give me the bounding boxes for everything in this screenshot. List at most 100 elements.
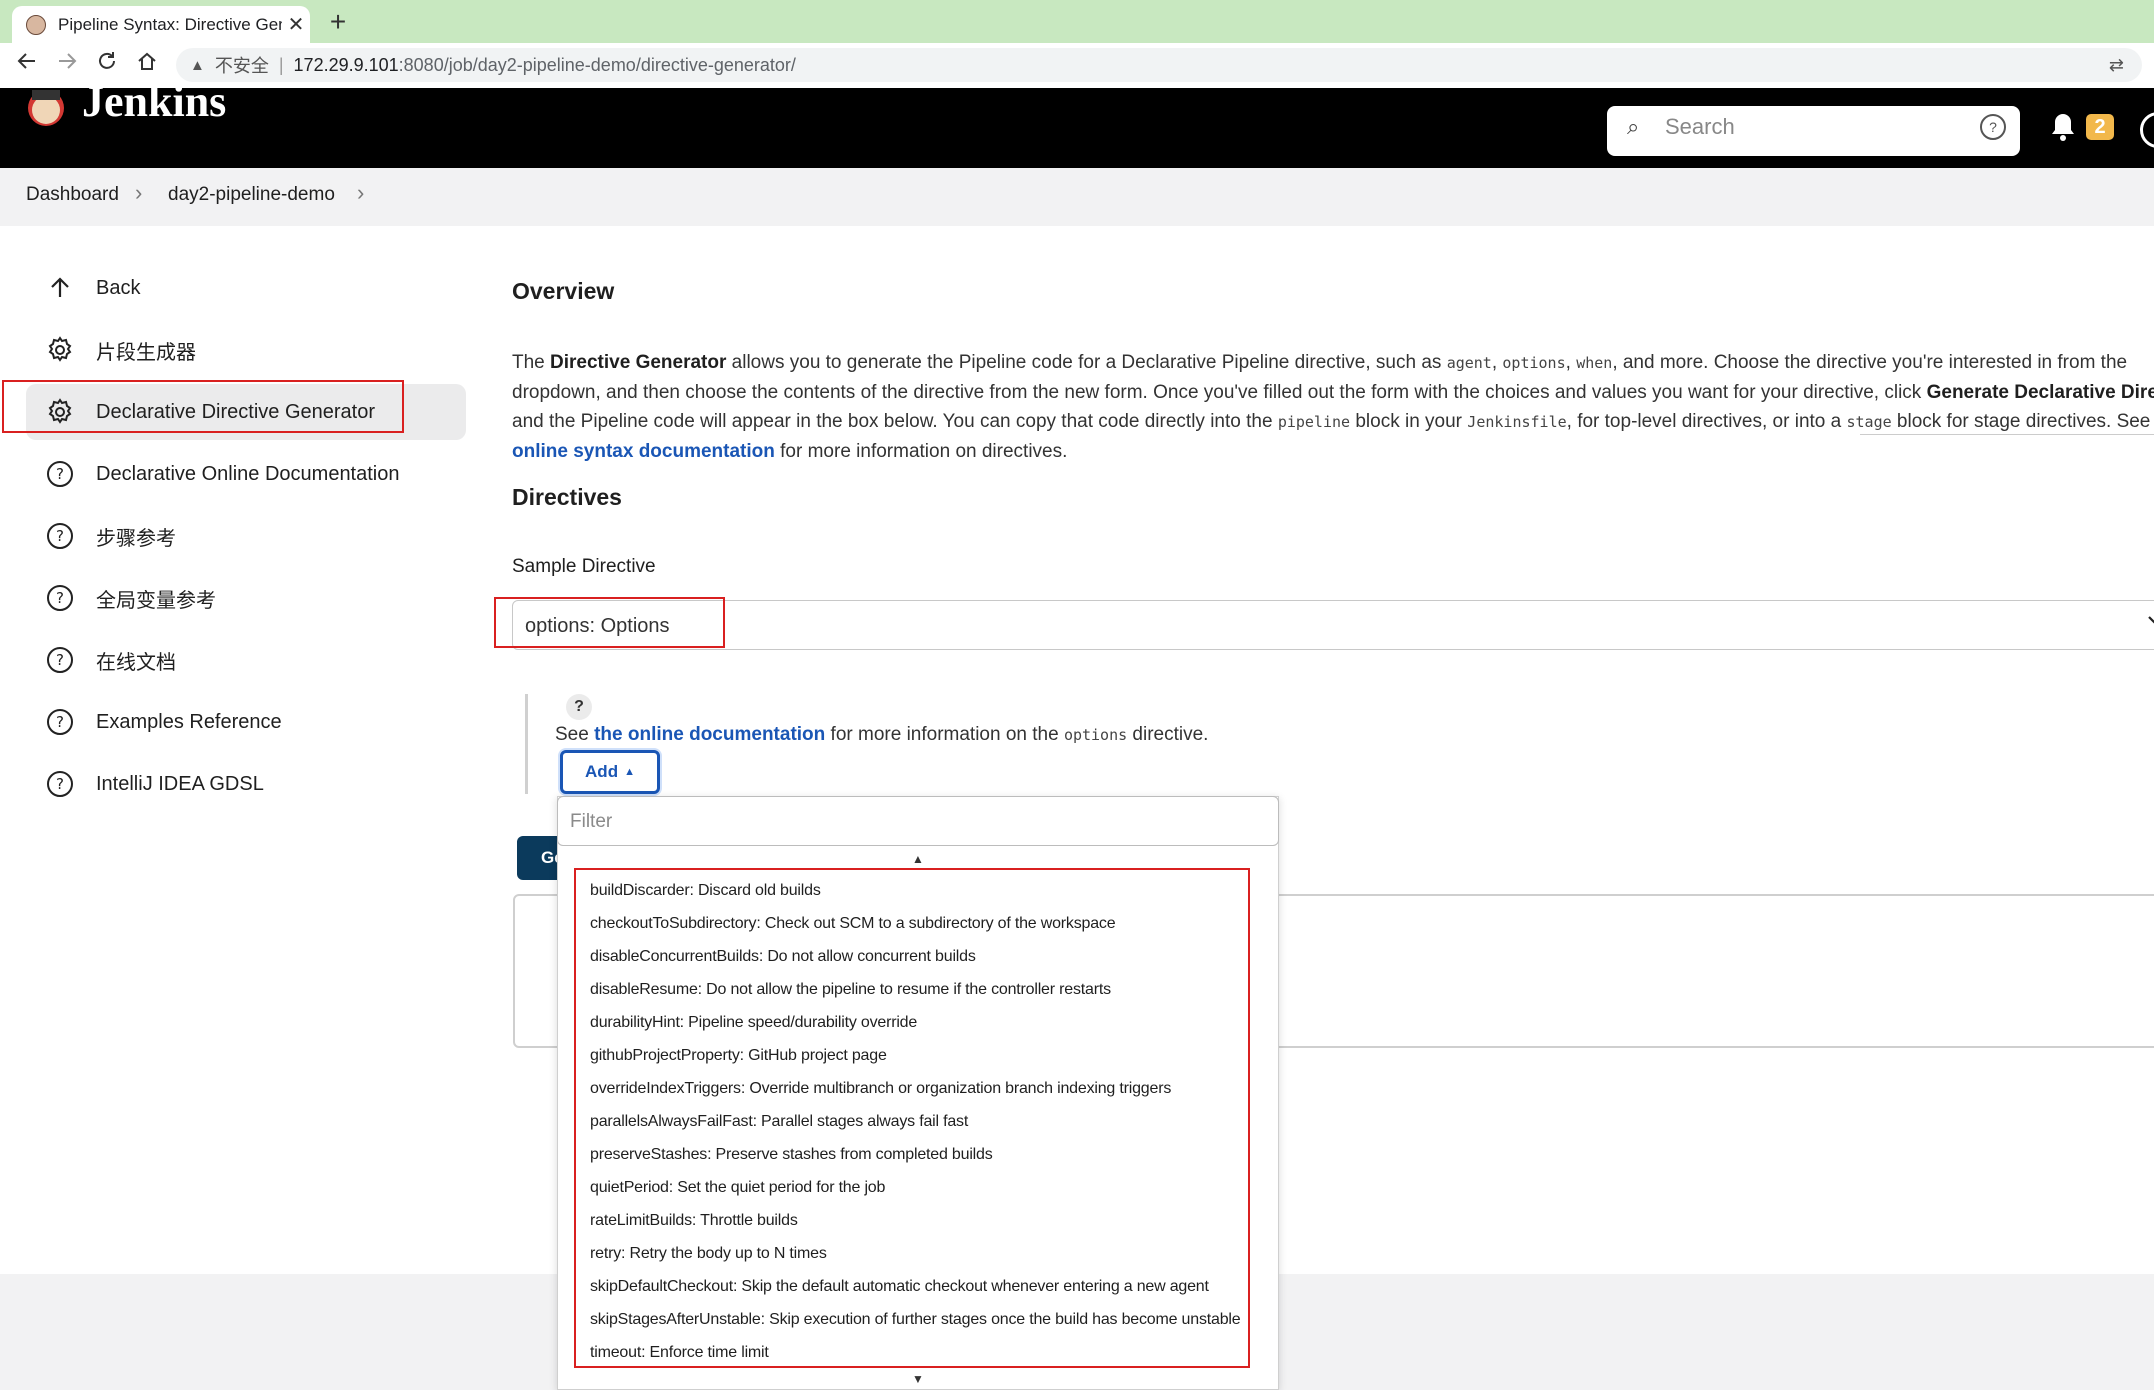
- svg-text:?: ?: [56, 465, 64, 483]
- code-text: options: [1502, 354, 1566, 372]
- code-text: options: [1063, 726, 1128, 744]
- help-icon: ?: [44, 768, 76, 800]
- caret-up-icon: ▲: [624, 766, 635, 778]
- sidebar-item-label: 在线文档: [96, 651, 176, 674]
- text: for more information on the: [825, 724, 1064, 745]
- forward-arrow-icon[interactable]: [52, 50, 82, 80]
- code-text: when: [1576, 354, 1613, 372]
- list-item[interactable]: disableResume: Do not allow the pipeline…: [590, 981, 1111, 999]
- reload-icon[interactable]: [92, 50, 122, 80]
- list-item[interactable]: skipStagesAfterUnstable: Skip execution …: [590, 1311, 1241, 1329]
- svg-text:?: ?: [56, 775, 64, 793]
- sidebar-item-label: 全局变量参考: [96, 589, 216, 612]
- sidebar-item-label: Declarative Online Documentation: [96, 462, 400, 485]
- breadcrumb-job[interactable]: day2-pipeline-demo: [168, 184, 335, 206]
- sample-directive-select[interactable]: options: Options: [512, 600, 2154, 650]
- sidebar-item-back[interactable]: Back: [26, 260, 466, 316]
- overview-heading: Overview: [512, 278, 615, 304]
- text: The: [512, 352, 551, 373]
- insecure-label: 不安全: [214, 56, 269, 76]
- divider: [1860, 434, 2154, 435]
- filter-input[interactable]: Filter: [557, 796, 1279, 846]
- list-item[interactable]: checkoutToSubdirectory: Check out SCM to…: [590, 915, 1116, 933]
- scroll-up-icon[interactable]: ▲: [557, 852, 1279, 866]
- svg-text:?: ?: [56, 651, 64, 669]
- sidebar-item-intellij-gdsl[interactable]: ? IntelliJ IDEA GDSL: [26, 756, 466, 812]
- text: for more information on directives.: [774, 441, 1068, 462]
- sidebar-item-label: 片段生成器: [96, 341, 196, 364]
- list-item[interactable]: buildDiscarder: Discard old builds: [590, 882, 821, 900]
- list-item[interactable]: overrideIndexTriggers: Override multibra…: [590, 1080, 1171, 1098]
- sidebar-item-online-docs-cn[interactable]: ? 在线文档: [26, 632, 466, 688]
- overview-paragraph: The Directive Generator allows you to ge…: [512, 348, 2154, 466]
- url-path: :8080/job/day2-pipeline-demo/directive-g…: [398, 54, 796, 75]
- breadcrumb-chevron-icon: ›: [135, 180, 143, 205]
- list-item[interactable]: retry: Retry the body up to N times: [590, 1245, 827, 1263]
- list-item[interactable]: parallelsAlwaysFailFast: Parallel stages…: [590, 1113, 968, 1131]
- address-bar[interactable]: ▲ 不安全 | 172.29.9.101:8080/job/day2-pipel…: [176, 48, 2142, 82]
- bold-text: Directive Generator: [550, 352, 727, 373]
- svg-text:?: ?: [56, 589, 64, 607]
- add-button[interactable]: Add ▲: [560, 750, 660, 794]
- bold-text: Generate Declarative Directive: [1926, 382, 2154, 403]
- home-icon[interactable]: [132, 50, 162, 80]
- chevron-down-icon: [2145, 609, 2154, 637]
- list-item[interactable]: durabilityHint: Pipeline speed/durabilit…: [590, 1014, 917, 1032]
- list-item[interactable]: rateLimitBuilds: Throttle builds: [590, 1212, 798, 1230]
- help-icon[interactable]: ?: [566, 694, 592, 720]
- list-item[interactable]: timeout: Enforce time limit: [590, 1344, 769, 1362]
- sidebar-item-online-docs[interactable]: ? Declarative Online Documentation: [26, 446, 466, 502]
- text: ,: [1491, 352, 1503, 373]
- help-icon: ?: [44, 582, 76, 614]
- jenkins-favicon-icon: [26, 14, 46, 35]
- sidebar-item-steps-reference[interactable]: ? 步骤参考: [26, 508, 466, 564]
- text: block in your: [1350, 411, 1468, 432]
- code-text: agent: [1446, 354, 1492, 372]
- highlight-box: [494, 597, 725, 648]
- breadcrumb-dashboard[interactable]: Dashboard: [26, 184, 119, 206]
- close-tab-icon[interactable]: ✕: [282, 12, 310, 37]
- jenkins-wordmark[interactable]: Jenkins: [82, 80, 226, 124]
- directives-heading: Directives: [512, 484, 622, 510]
- new-tab-icon[interactable]: +: [322, 6, 354, 38]
- sidebar-item-global-vars[interactable]: ? 全局变量参考: [26, 570, 466, 626]
- list-item[interactable]: preserveStashes: Preserve stashes from c…: [590, 1146, 993, 1164]
- back-arrow-icon[interactable]: [12, 50, 42, 80]
- help-icon: ?: [44, 520, 76, 552]
- scroll-down-icon[interactable]: ▼: [557, 1372, 1279, 1386]
- options-docs-link[interactable]: the online documentation: [594, 724, 825, 745]
- sidebar-item-examples[interactable]: ? Examples Reference: [26, 694, 466, 750]
- svg-text:?: ?: [56, 713, 64, 731]
- sidebar-item-label: 步骤参考: [96, 527, 176, 550]
- gear-icon: [44, 334, 76, 366]
- code-text: Jenkinsfile: [1467, 413, 1567, 431]
- text: directive.: [1127, 724, 1209, 745]
- sidebar-item-label: Back: [96, 276, 141, 299]
- url-host: 172.29.9.101: [293, 54, 399, 75]
- header-search-box[interactable]: ⌕ Search ?: [1607, 106, 2020, 156]
- notification-badge[interactable]: 2: [2086, 114, 2114, 140]
- jenkins-logo-icon[interactable]: [26, 88, 66, 152]
- arrow-up-icon: [44, 272, 76, 304]
- bell-icon[interactable]: [2050, 112, 2076, 149]
- list-item[interactable]: quietPeriod: Set the quiet period for th…: [590, 1179, 885, 1197]
- list-item[interactable]: skipDefaultCheckout: Skip the default au…: [590, 1278, 1209, 1296]
- browser-tab[interactable]: Pipeline Syntax: Directive Gene ✕: [12, 6, 310, 43]
- help-icon: ?: [44, 644, 76, 676]
- generate-directive-button[interactable]: Ge: [517, 836, 562, 880]
- sidebar-item-snippet-generator[interactable]: 片段生成器: [26, 322, 466, 378]
- breadcrumb-chevron-icon[interactable]: ›: [357, 180, 364, 206]
- options-doc-note: See the online documentation for more in…: [555, 724, 1208, 746]
- translate-icon[interactable]: ⇄: [2109, 55, 2124, 76]
- list-item[interactable]: githubProjectProperty: GitHub project pa…: [590, 1047, 887, 1065]
- options-section-border: [525, 694, 528, 794]
- help-icon: ?: [44, 458, 76, 490]
- svg-text:?: ?: [56, 527, 64, 545]
- code-text: pipeline: [1277, 413, 1351, 431]
- text: block for stage directives. See: [1891, 411, 2154, 432]
- list-item[interactable]: disableConcurrentBuilds: Do not allow co…: [590, 948, 976, 966]
- sidebar-item-label: IntelliJ IDEA GDSL: [96, 772, 264, 795]
- tab-title: Pipeline Syntax: Directive Gene: [58, 14, 282, 34]
- add-button-label: Add: [585, 762, 619, 781]
- search-help-icon[interactable]: ?: [1980, 114, 2006, 140]
